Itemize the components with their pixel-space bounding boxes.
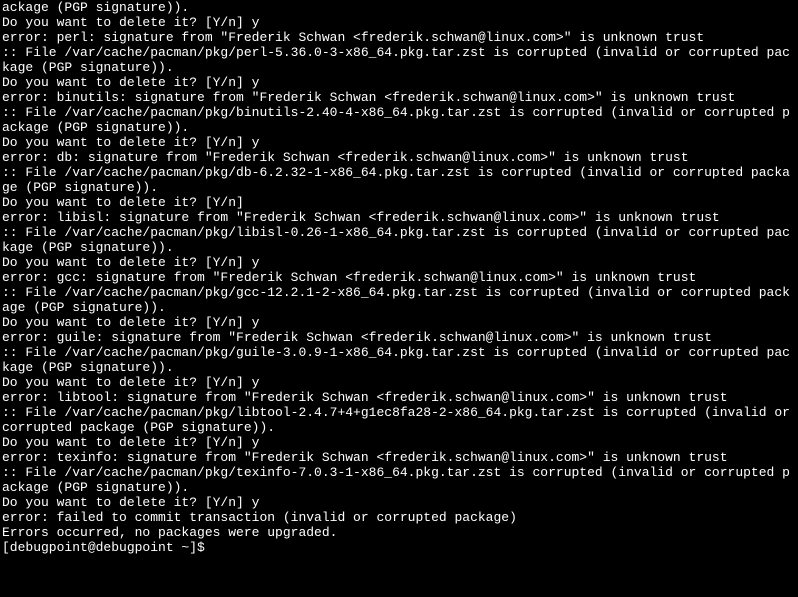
terminal-line: Do you want to delete it? [Y/n] [2,195,796,210]
terminal-line: :: File /var/cache/pacman/pkg/guile-3.0.… [2,345,796,375]
terminal-line: error: texinfo: signature from "Frederik… [2,450,796,465]
terminal-line: :: File /var/cache/pacman/pkg/db-6.2.32-… [2,165,796,195]
terminal-line: Do you want to delete it? [Y/n] y [2,375,796,390]
terminal-line: error: binutils: signature from "Frederi… [2,90,796,105]
terminal-line: error: libisl: signature from "Frederik … [2,210,796,225]
terminal-line: Do you want to delete it? [Y/n] y [2,435,796,450]
terminal-line: Do you want to delete it? [Y/n] y [2,135,796,150]
terminal-line: :: File /var/cache/pacman/pkg/libisl-0.2… [2,225,796,255]
terminal-line: error: failed to commit transaction (inv… [2,510,796,525]
terminal-line: :: File /var/cache/pacman/pkg/binutils-2… [2,105,796,135]
terminal-line: Do you want to delete it? [Y/n] y [2,495,796,510]
terminal-line: :: File /var/cache/pacman/pkg/perl-5.36.… [2,45,796,75]
terminal-line: error: guile: signature from "Frederik S… [2,330,796,345]
shell-prompt: [debugpoint@debugpoint ~]$ [2,540,205,555]
terminal-line: error: libtool: signature from "Frederik… [2,390,796,405]
terminal-line: Errors occurred, no packages were upgrad… [2,525,796,540]
terminal-line: Do you want to delete it? [Y/n] y [2,315,796,330]
terminal-line: Do you want to delete it? [Y/n] y [2,75,796,90]
terminal-line: error: gcc: signature from "Frederik Sch… [2,270,796,285]
terminal-line: :: File /var/cache/pacman/pkg/libtool-2.… [2,405,796,435]
terminal-prompt-line[interactable]: [debugpoint@debugpoint ~]$ [2,540,796,555]
terminal-output[interactable]: ackage (PGP signature)).Do you want to d… [0,0,798,555]
terminal-line: error: perl: signature from "Frederik Sc… [2,30,796,45]
terminal-line: error: db: signature from "Frederik Schw… [2,150,796,165]
terminal-line: ackage (PGP signature)). [2,0,796,15]
terminal-cursor [213,542,220,555]
terminal-line: Do you want to delete it? [Y/n] y [2,15,796,30]
terminal-line: :: File /var/cache/pacman/pkg/gcc-12.2.1… [2,285,796,315]
terminal-line: Do you want to delete it? [Y/n] y [2,255,796,270]
terminal-line: :: File /var/cache/pacman/pkg/texinfo-7.… [2,465,796,495]
